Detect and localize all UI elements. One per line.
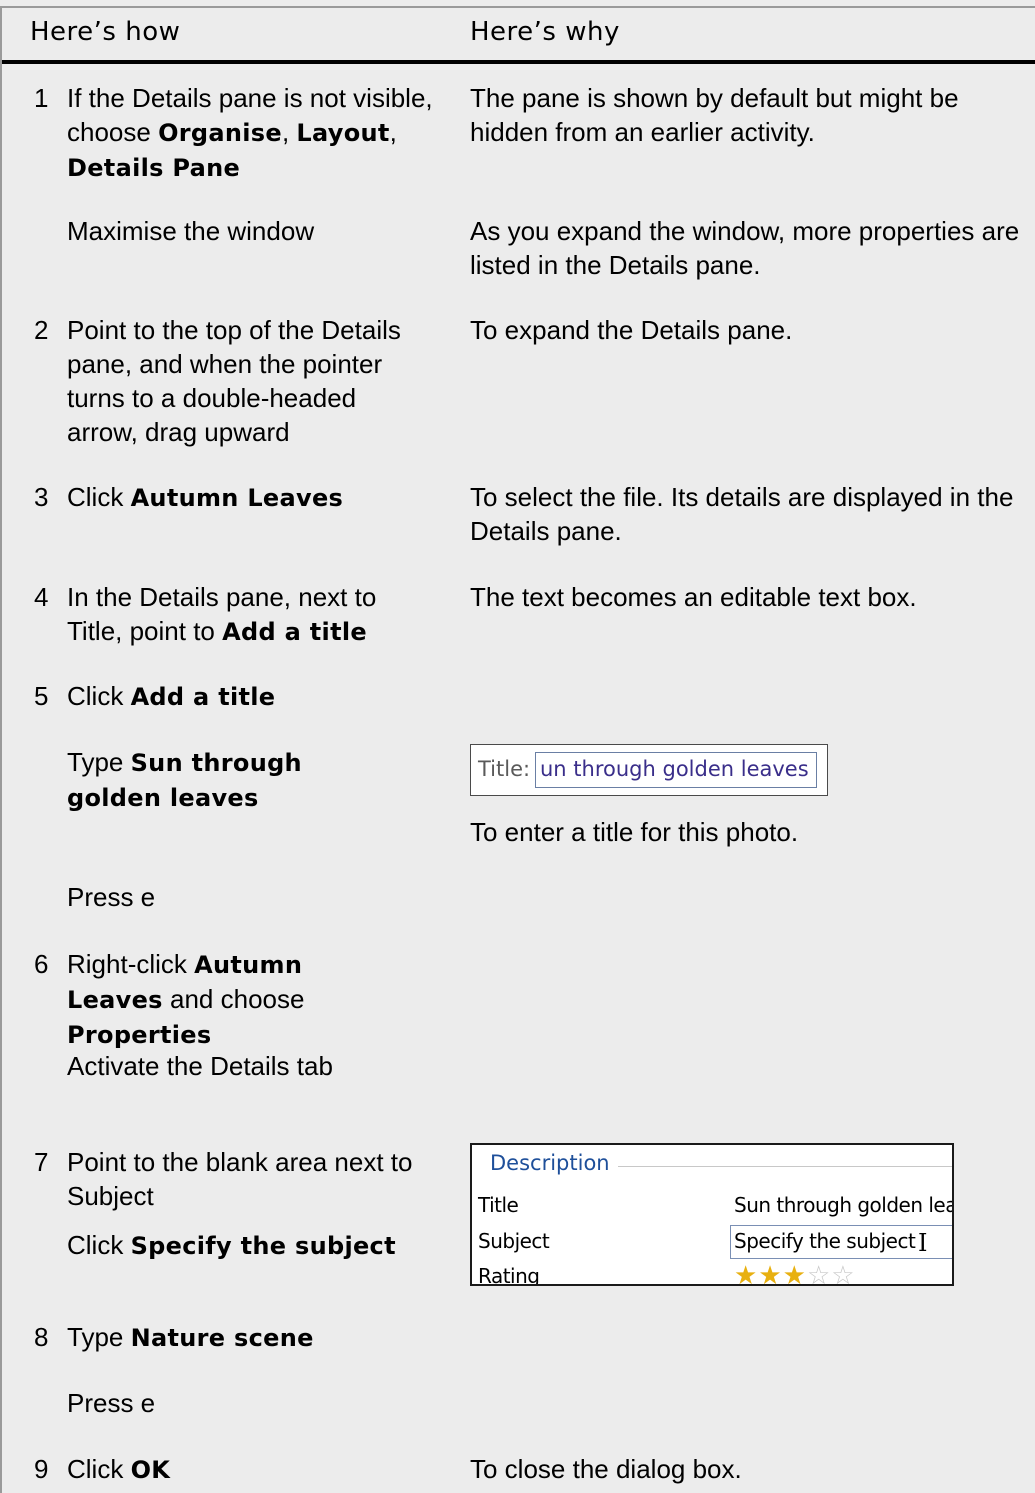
step-how: Press e bbox=[67, 1388, 156, 1418]
header-rule bbox=[2, 60, 1035, 64]
step-number: 5 bbox=[34, 681, 49, 711]
step-number: 4 bbox=[34, 582, 49, 612]
title-field-screenshot: Title: un through golden leaves bbox=[470, 744, 828, 796]
step-why: The pane is shown by default but might b… bbox=[470, 83, 959, 147]
step-why: To expand the Details pane. bbox=[470, 315, 793, 345]
step-number: 8 bbox=[34, 1322, 49, 1352]
property-label: Rating bbox=[478, 1264, 540, 1286]
property-value: Sun through golden lea bbox=[734, 1193, 954, 1217]
details-description-screenshot: Description Title Sun through golden lea… bbox=[470, 1143, 954, 1286]
step-how: Activate the Details tab bbox=[67, 1051, 333, 1081]
step-how: Click Specify the subject bbox=[67, 1230, 396, 1260]
step-how: Press e bbox=[67, 882, 156, 912]
star-filled-icon: ★ bbox=[758, 1261, 783, 1286]
title-input: un through golden leaves bbox=[535, 752, 817, 788]
text-cursor-icon: I bbox=[918, 1229, 928, 1257]
rating-stars: ★★★☆☆ bbox=[734, 1261, 856, 1286]
title-input-value: un through golden leaves bbox=[540, 757, 809, 781]
step-how: Type Nature scene bbox=[67, 1322, 314, 1352]
step-how: Maximise the window bbox=[67, 216, 315, 246]
step-why: To enter a title for this photo. bbox=[470, 817, 799, 847]
step-why: As you expand the window, more propertie… bbox=[470, 216, 1020, 280]
step-how: Click OK bbox=[67, 1454, 171, 1484]
step-how: Click Add a title bbox=[67, 681, 276, 711]
step-how: Right-click Autumn Leaves and choose Pro… bbox=[67, 949, 305, 1049]
property-label: Title bbox=[478, 1193, 519, 1217]
title-label: Title: bbox=[478, 757, 531, 781]
step-why: To select the file. Its details are disp… bbox=[470, 482, 1014, 546]
step-how: Point to the top of the Details pane, an… bbox=[67, 315, 401, 447]
property-value: Specify the subject bbox=[734, 1229, 916, 1253]
step-how: In the Details pane, next to Title, poin… bbox=[67, 582, 377, 646]
step-how: Type Sun through golden leaves bbox=[67, 747, 302, 812]
step-how: If the Details pane is not visible, choo… bbox=[67, 83, 433, 182]
step-number: 1 bbox=[34, 83, 49, 113]
step-number: 2 bbox=[34, 315, 49, 345]
column-header-why: Here’s why bbox=[470, 17, 620, 47]
step-number: 6 bbox=[34, 949, 49, 979]
step-how: Click Autumn Leaves bbox=[67, 482, 344, 512]
column-header-how: Here’s how bbox=[30, 17, 181, 47]
star-empty-icon: ☆ bbox=[806, 1261, 832, 1286]
star-empty-icon: ☆ bbox=[831, 1261, 856, 1286]
step-number: 7 bbox=[34, 1147, 49, 1177]
step-number: 9 bbox=[34, 1454, 49, 1484]
star-filled-icon: ★ bbox=[734, 1261, 759, 1286]
section-header: Description bbox=[490, 1151, 618, 1175]
property-label: Subject bbox=[478, 1229, 550, 1253]
step-number: 3 bbox=[34, 482, 49, 512]
step-how: Point to the blank area next to Subject bbox=[67, 1147, 413, 1211]
step-why: To close the dialog box. bbox=[470, 1454, 742, 1484]
step-why: The text becomes an editable text box. bbox=[470, 582, 917, 612]
star-filled-icon: ★ bbox=[782, 1261, 807, 1286]
